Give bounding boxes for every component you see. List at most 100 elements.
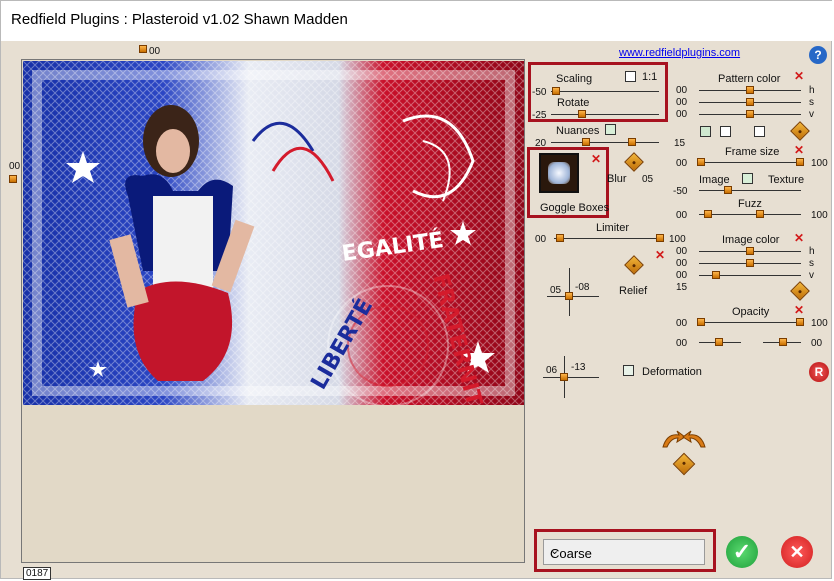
pattern-random-icon[interactable]	[790, 121, 810, 141]
pattern-color-label: Pattern color	[718, 73, 781, 85]
preview-top-value: 00	[149, 46, 161, 57]
opacity-second-handle-right[interactable]	[779, 338, 787, 346]
frame-size-right-value: 100	[811, 158, 828, 169]
fuzz-handle-left[interactable]	[704, 210, 712, 218]
limiter-slider-track[interactable]	[554, 238, 664, 239]
nuances-slider-track[interactable]	[551, 142, 659, 143]
blur-label: Blur	[607, 173, 627, 185]
pattern-option-1-checkbox[interactable]	[700, 126, 711, 137]
image-slider-handle[interactable]	[724, 186, 732, 194]
deformation-checkbox[interactable]	[623, 365, 634, 376]
pattern-h-handle[interactable]	[746, 86, 754, 94]
pattern-v-value: 00	[676, 109, 688, 120]
rotate-slider-handle[interactable]	[578, 110, 586, 118]
rotate-label: Rotate	[557, 97, 590, 109]
deformation-pad-handle[interactable]	[560, 373, 568, 381]
window-title: Redfield Plugins : Plasteroid v1.02 Shaw…	[11, 11, 348, 28]
image-texture-toggle[interactable]	[742, 173, 753, 184]
random-all-icon[interactable]	[672, 452, 696, 476]
fuzz-left-value: 00	[676, 210, 688, 221]
nuances-slider-handle-left[interactable]	[582, 138, 590, 146]
pattern-s-handle[interactable]	[746, 98, 754, 106]
image-value: -50	[673, 186, 688, 197]
deformation-y-value: -13	[571, 362, 586, 373]
scaling-slider-track[interactable]	[551, 91, 659, 92]
pattern-v-handle[interactable]	[746, 110, 754, 118]
random-arrows-icon[interactable]	[657, 429, 711, 453]
rotate-slider-track[interactable]	[551, 114, 659, 115]
pattern-color-remove-icon[interactable]: ✕	[794, 70, 804, 82]
ok-button[interactable]: ✓	[726, 536, 758, 568]
image-color-remove-icon[interactable]: ✕	[794, 232, 804, 244]
nuances-slider-handle-right[interactable]	[628, 138, 636, 146]
pattern-option-3-checkbox[interactable]	[754, 126, 765, 137]
fuzz-handle-right[interactable]	[756, 210, 764, 218]
opacity-second-handle-left[interactable]	[715, 338, 723, 346]
preview-left-handle[interactable]	[9, 175, 17, 183]
deformation-horizontal-axis	[543, 377, 599, 378]
relief-y-value: -08	[575, 282, 590, 293]
redfield-link[interactable]: www.redfieldplugins.com	[619, 47, 740, 59]
relief-x-value: 05	[550, 285, 562, 296]
nuances-label: Nuances	[556, 125, 600, 137]
image-color-h-channel: h	[809, 246, 815, 257]
cancel-button[interactable]: ✕	[781, 536, 813, 568]
opacity-second-right-value: 00	[811, 338, 823, 349]
preview-canvas: LIBERTÉ EGALITÉ FRATERNITÉ	[23, 61, 524, 405]
texture-label: Texture	[768, 174, 805, 186]
image-color-h-handle[interactable]	[746, 247, 754, 255]
limiter-remove-icon[interactable]: ✕	[655, 249, 665, 261]
opacity-remove-icon[interactable]: ✕	[794, 304, 804, 316]
one-to-one-checkbox[interactable]	[625, 71, 636, 82]
goggle-remove-icon[interactable]: ✕	[591, 153, 601, 165]
image-color-s-value: 00	[676, 258, 688, 269]
opacity-second-left-value: 00	[676, 338, 688, 349]
fuzz-slider[interactable]	[699, 214, 801, 215]
opacity-handle-right[interactable]	[796, 318, 804, 326]
frame-size-slider[interactable]	[699, 162, 801, 163]
image-color-s-channel: s	[809, 258, 814, 269]
pattern-v-channel: v	[809, 109, 814, 120]
fuzz-right-value: 100	[811, 210, 828, 221]
limiter-right-value: 100	[669, 234, 686, 245]
nuances-toggle-icon[interactable]	[605, 124, 616, 135]
limiter-slider-handle-right[interactable]	[656, 234, 664, 242]
limiter-left-value: 00	[535, 234, 547, 245]
opacity-right-value: 100	[811, 318, 828, 329]
pattern-h-channel: h	[809, 85, 815, 96]
fuzz-label: Fuzz	[738, 198, 762, 210]
goggle-boxes-thumbnail[interactable]	[539, 153, 579, 193]
help-icon[interactable]: ?	[809, 46, 827, 64]
image-slider[interactable]	[699, 190, 801, 191]
scaling-slider-handle[interactable]	[552, 87, 560, 95]
frame-size-handle-right[interactable]	[796, 158, 804, 166]
image-color-s-handle[interactable]	[746, 259, 754, 267]
image-color-random-icon[interactable]	[790, 281, 810, 301]
preview-image[interactable]: LIBERTÉ EGALITÉ FRATERNITÉ	[23, 61, 524, 405]
one-to-one-label: 1:1	[642, 71, 658, 83]
limiter-slider-handle-left[interactable]	[556, 234, 564, 242]
preview-left-value: 00	[9, 161, 21, 172]
chevron-down-icon: ⌄	[550, 545, 560, 557]
reset-icon[interactable]: R	[809, 362, 829, 382]
quality-select[interactable]: Coarse ⌄	[543, 539, 705, 565]
relief-pad-handle[interactable]	[565, 292, 573, 300]
plugin-window: Redfield Plugins : Plasteroid v1.02 Shaw…	[0, 0, 833, 580]
pattern-s-value: 00	[676, 97, 688, 108]
preview-bottom-value: 0187	[23, 567, 52, 580]
rotate-value: -25	[532, 110, 547, 121]
goggle-random-icon[interactable]	[624, 152, 644, 172]
preview-top-handle[interactable]	[139, 45, 147, 53]
image-color-v-handle[interactable]	[712, 271, 720, 279]
scaling-value: -50	[532, 87, 547, 98]
title-bar: Redfield Plugins : Plasteroid v1.02 Shaw…	[1, 1, 833, 41]
limiter-label: Limiter	[596, 222, 630, 234]
frame-size-remove-icon[interactable]: ✕	[794, 144, 804, 156]
relief-random-icon[interactable]	[624, 255, 644, 275]
goggle-boxes-label: Goggle Boxes	[540, 202, 610, 214]
opacity-slider[interactable]	[699, 322, 801, 323]
frame-size-handle-left[interactable]	[697, 158, 705, 166]
opacity-handle-left[interactable]	[697, 318, 705, 326]
scaling-label: Scaling	[556, 73, 593, 85]
pattern-option-2-checkbox[interactable]	[720, 126, 731, 137]
